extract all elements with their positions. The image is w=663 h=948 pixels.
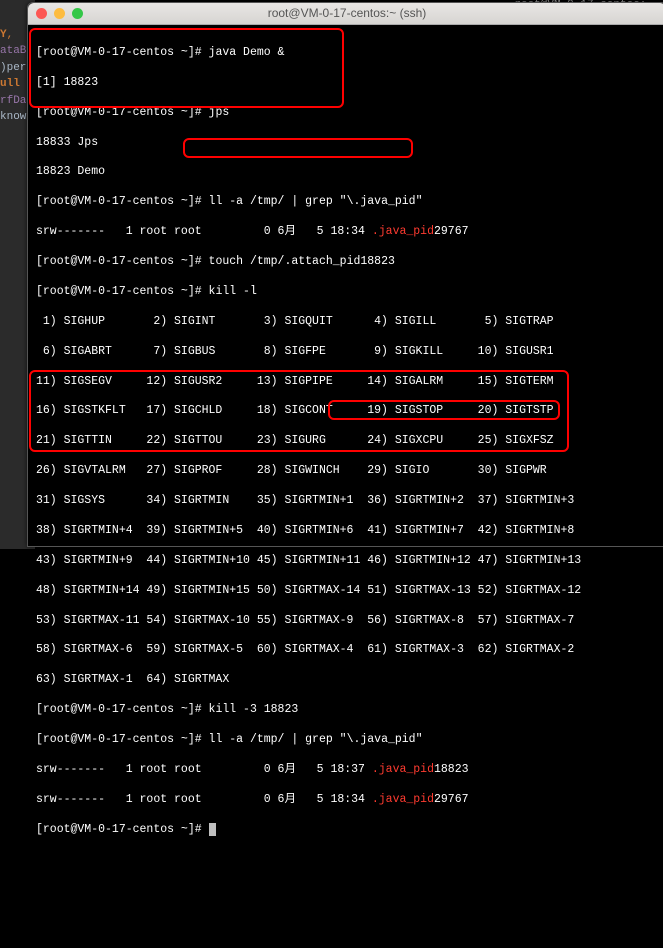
terminal-line: [1] 18823 [36,76,658,91]
terminal-line: 18823 Demo [36,165,658,180]
terminal-line: srw------- 1 root root 0 6月 5 18:34 .jav… [36,793,658,808]
terminal-line: [root@VM-0-17-centos ~]# jps [36,106,658,121]
window-title: root@VM-0-17-centos:~ (ssh) [28,6,663,22]
terminal-line: [root@VM-0-17-centos ~]# touch /tmp/.att… [36,255,658,270]
terminal-line: 11) SIGSEGV 12) SIGUSR2 13) SIGPIPE 14) … [36,375,658,390]
terminal-line: 21) SIGTTIN 22) SIGTTOU 23) SIGURG 24) S… [36,434,658,449]
terminal-line: 31) SIGSYS 34) SIGRTMIN 35) SIGRTMIN+1 3… [36,494,658,509]
terminal-line: 53) SIGRTMAX-11 54) SIGRTMAX-10 55) SIGR… [36,614,658,629]
terminal-line: 48) SIGRTMIN+14 49) SIGRTMIN+15 50) SIGR… [36,584,658,599]
terminal-line: 58) SIGRTMAX-6 59) SIGRTMAX-5 60) SIGRTM… [36,643,658,658]
terminal-line: [root@VM-0-17-centos ~]# kill -3 18823 [36,703,658,718]
terminal-line: 43) SIGRTMIN+9 44) SIGRTMIN+10 45) SIGRT… [36,554,658,569]
terminal-window: root@VM-0-17-centos:~ (ssh) [root@VM-0-1… [27,2,663,547]
terminal-line: [root@VM-0-17-centos ~]# [36,823,658,838]
terminal-line: 26) SIGVTALRM 27) SIGPROF 28) SIGWINCH 2… [36,464,658,479]
java-pid-file: .java_pid [372,225,434,238]
terminal-line: [root@VM-0-17-centos ~]# java Demo & [36,46,658,61]
annotation-box-1 [29,28,344,108]
terminal-line: 38) SIGRTMIN+4 39) SIGRTMIN+5 40) SIGRTM… [36,524,658,539]
terminal-line: [root@VM-0-17-centos ~]# ll -a /tmp/ | g… [36,195,658,210]
terminal-line: [root@VM-0-17-centos ~]# ll -a /tmp/ | g… [36,733,658,748]
terminal-line: 16) SIGSTKFLT 17) SIGCHLD 18) SIGCONT 19… [36,404,658,419]
terminal-body[interactable]: [root@VM-0-17-centos ~]# java Demo & [1]… [28,25,663,948]
terminal-line: 1) SIGHUP 2) SIGINT 3) SIGQUIT 4) SIGILL… [36,315,658,330]
java-pid-file: .java_pid [372,763,434,776]
terminal-line: 6) SIGABRT 7) SIGBUS 8) SIGFPE 9) SIGKIL… [36,345,658,360]
terminal-line: [root@VM-0-17-centos ~]# kill -l [36,285,658,300]
terminal-line: srw------- 1 root root 0 6月 5 18:37 .jav… [36,763,658,778]
java-pid-file: .java_pid [372,793,434,806]
terminal-line: srw------- 1 root root 0 6月 5 18:34 .jav… [36,225,658,240]
cursor-icon [209,823,216,836]
window-titlebar[interactable]: root@VM-0-17-centos:~ (ssh) [28,3,663,25]
terminal-line: 18833 Jps [36,136,658,151]
terminal-line: 63) SIGRTMAX-1 64) SIGRTMAX [36,673,658,688]
